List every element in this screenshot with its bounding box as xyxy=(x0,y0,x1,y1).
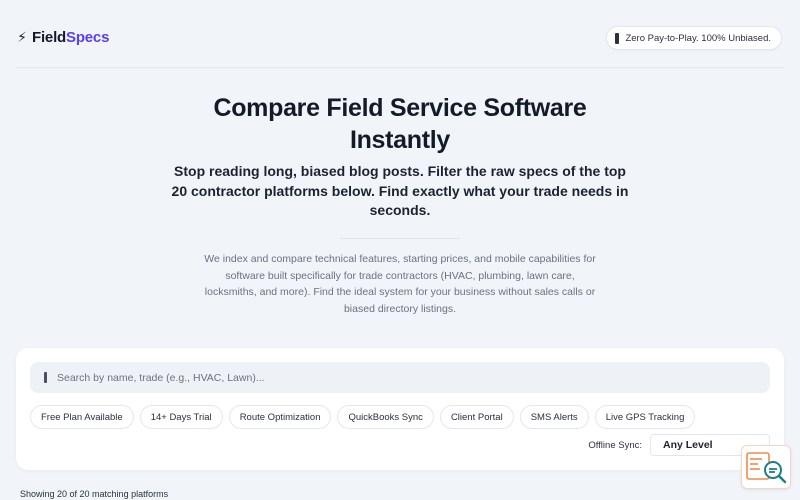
results-count: Showing 20 of 20 matching platforms xyxy=(20,489,169,499)
offline-sync-label: Offline Sync: xyxy=(588,439,642,451)
brand-name-part2: Specs xyxy=(66,29,110,46)
page-title-line2: Instantly xyxy=(349,126,451,154)
search-input[interactable] xyxy=(57,371,737,384)
floating-search-widget-button[interactable] xyxy=(741,445,791,489)
site-header: ⚡ Field Specs Zero Pay-to-Play. 100% Unbi… xyxy=(0,0,800,68)
search-icon xyxy=(44,372,47,383)
hero-subtitle: Stop reading long, biased blog posts. Fi… xyxy=(171,163,629,218)
badge-text: Zero Pay-to-Play. 100% Unbiased. xyxy=(625,32,771,44)
chip-live-gps-tracking[interactable]: Live GPS Tracking xyxy=(594,405,696,429)
shield-icon xyxy=(615,32,620,44)
chip-sms-alerts[interactable]: SMS Alerts xyxy=(519,405,589,429)
chip-client-portal[interactable]: Client Portal xyxy=(439,405,514,429)
filter-panel: Free Plan Available 14+ Days Trial Route… xyxy=(16,348,784,470)
logo[interactable]: ⚡ Field Specs xyxy=(16,29,109,46)
chip-route-optimization[interactable]: Route Optimization xyxy=(228,405,332,429)
hero-description: We index and compare technical features,… xyxy=(204,253,596,315)
brand-name-part1: Field xyxy=(32,29,67,46)
page-title-line1: Compare Field Service Software xyxy=(213,94,587,122)
magnifier-document-icon xyxy=(746,452,787,484)
header-divider xyxy=(16,67,784,68)
feature-filter-chips: Free Plan Available 14+ Days Trial Route… xyxy=(30,405,696,429)
hero-divider xyxy=(340,238,460,239)
chip-trial[interactable]: 14+ Days Trial xyxy=(139,405,223,429)
lightning-bolt-icon: ⚡ xyxy=(17,29,27,45)
chip-quickbooks-sync[interactable]: QuickBooks Sync xyxy=(337,405,434,429)
chip-free-plan[interactable]: Free Plan Available xyxy=(30,405,134,429)
search-bar[interactable] xyxy=(30,362,770,393)
offline-sync-value: Any Level xyxy=(663,439,713,451)
unbiased-badge: Zero Pay-to-Play. 100% Unbiased. xyxy=(606,26,782,50)
page-title: Compare Field Service Software Instantly xyxy=(150,92,650,156)
